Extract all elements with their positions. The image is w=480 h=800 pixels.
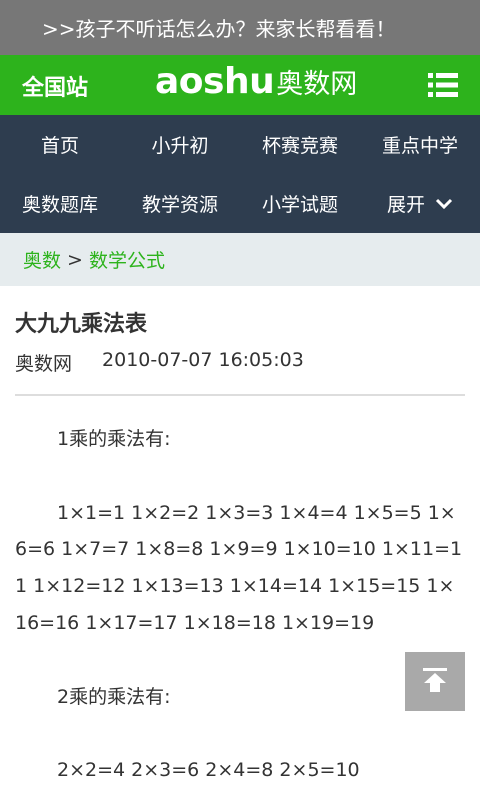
nav-label: 小学试题 [261,194,338,216]
nav-row-1: 首页 小升初 杯赛竞赛 重点中学 [0,115,480,174]
promo-text[interactable]: >>孩子不听话怎么办？来家长帮看看！ [42,13,396,42]
nav-item-question-bank[interactable]: 奥数题库 [0,174,120,233]
nav-label: 杯赛竞赛 [261,135,338,157]
logo-cn: 奥数网 [276,69,358,100]
nav-item-xiaoshengchu[interactable]: 小升初 [120,115,240,174]
nav-item-competitions[interactable]: 杯赛竞赛 [240,115,360,174]
section-heading: 1乘的乘法有: [57,428,171,450]
nav-label: 教学资源 [141,194,218,216]
back-to-top-icon [422,667,448,697]
nav-item-key-schools[interactable]: 重点中学 [360,115,480,174]
section-body: 2×2=4 2×3=6 2×4=8 2×5=10 [57,759,360,782]
nav-label: 重点中学 [381,135,458,157]
nav-label: 首页 [40,135,79,157]
nav-item-expand[interactable]: 展开 [360,174,480,233]
section-body: 1×1=1 1×2=2 1×3=3 1×4=4 1×5=5 1×6=6 1×7=… [15,501,463,634]
nav-label: 小升初 [151,135,209,157]
section-heading: 2乘的乘法有: [57,685,171,708]
main-nav: 首页 小升初 杯赛竞赛 重点中学 奥数题库 教学资源 小学试题 展开 [0,115,480,233]
breadcrumb-separator: > [67,248,83,271]
list-icon[interactable] [428,72,458,98]
article-title: 大九九乘法表 [15,312,148,337]
article: 大九九乘法表 奥数网 2010-07-07 16:05:03 1乘的乘法有: 1… [15,286,465,789]
divider [15,394,465,396]
nav-label: 奥数题库 [21,194,98,216]
nav-item-home[interactable]: 首页 [0,115,120,174]
nav-item-teaching-resources[interactable]: 教学资源 [120,174,240,233]
station-switch[interactable]: 全国站 [22,70,88,102]
breadcrumb-current-link[interactable]: 数学公式 [89,246,165,273]
nav-item-primary-tests[interactable]: 小学试题 [240,174,360,233]
chevron-down-icon [435,198,453,210]
nav-label: 展开 [386,194,425,216]
logo-latin: aoshu [155,61,275,102]
article-source: 奥数网 [15,353,73,375]
article-date: 2010-07-07 16:05:03 [102,349,304,371]
site-logo[interactable]: aoshu 奥数网 [155,61,357,102]
back-to-top-button[interactable] [405,652,465,711]
article-meta: 奥数网 2010-07-07 16:05:03 [15,349,465,379]
breadcrumb-root-link[interactable]: 奥数 [23,246,61,273]
nav-row-2: 奥数题库 教学资源 小学试题 展开 [0,174,480,233]
breadcrumb: 奥数 > 数学公式 [0,233,480,286]
promo-banner[interactable]: >>孩子不听话怎么办？来家长帮看看！ [0,0,480,55]
site-header: 全国站 aoshu 奥数网 [0,55,480,115]
article-content: 1乘的乘法有: 1×1=1 1×2=2 1×3=3 1×4=4 1×5=5 1×… [15,421,465,789]
